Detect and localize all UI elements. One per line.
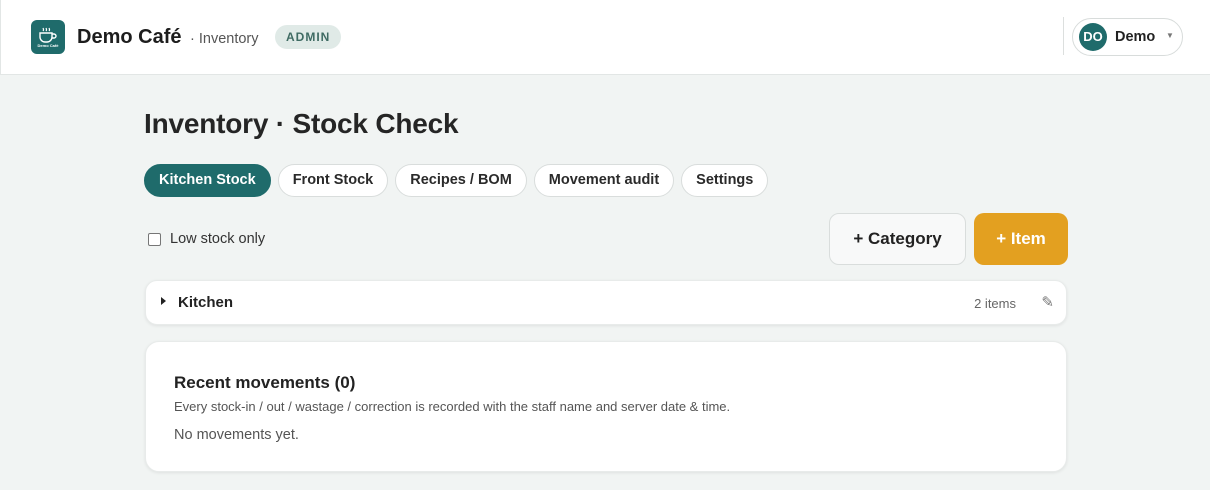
user-name: Demo <box>1115 29 1156 45</box>
movements-subtitle: Every stock-in / out / wastage / correct… <box>174 399 731 414</box>
pencil-icon[interactable]: ✎ <box>1041 293 1054 311</box>
top-bar: Demo Café Demo Café · Inventory ADMIN DO… <box>0 0 1210 75</box>
add-category-button[interactable]: + Category <box>829 213 966 265</box>
category-item-count: 2 items <box>974 296 1016 311</box>
section-label: · Inventory <box>190 31 259 47</box>
role-badge: ADMIN <box>275 25 342 49</box>
low-stock-label: Low stock only <box>170 231 266 247</box>
tab-kitchen-stock[interactable]: Kitchen Stock <box>144 164 271 197</box>
logo-text: Demo Café <box>37 42 59 48</box>
tab-recipes-bom[interactable]: Recipes / BOM <box>395 164 527 197</box>
tab-movement-audit[interactable]: Movement audit <box>533 164 675 197</box>
page-title: Inventory · Stock Check <box>144 108 459 139</box>
header-divider <box>1063 17 1064 55</box>
movements-empty-state: No movements yet. <box>174 427 299 443</box>
low-stock-checkbox[interactable] <box>148 232 161 246</box>
category-name: Kitchen <box>178 294 234 311</box>
tab-bar: Kitchen Stock Front Stock Recipes / BOM … <box>144 164 769 197</box>
coffee-cup-icon <box>39 27 57 43</box>
recent-movements-card: Recent movements (0) Every stock-in / ou… <box>145 341 1067 472</box>
category-row-kitchen[interactable]: Kitchen 2 items ✎ <box>145 280 1067 325</box>
expand-triangle-icon[interactable] <box>161 297 166 305</box>
app-logo[interactable]: Demo Café <box>31 20 65 54</box>
user-menu-button[interactable]: DO Demo ▼ <box>1072 18 1183 56</box>
caret-down-icon: ▼ <box>1166 31 1174 40</box>
tab-front-stock[interactable]: Front Stock <box>277 164 389 197</box>
movements-title: Recent movements (0) <box>174 373 356 392</box>
add-item-button[interactable]: + Item <box>974 213 1068 265</box>
tab-settings[interactable]: Settings <box>681 164 769 197</box>
avatar: DO <box>1079 23 1107 51</box>
brand-name: Demo Café <box>77 26 182 48</box>
low-stock-filter[interactable]: Low stock only <box>148 231 265 247</box>
